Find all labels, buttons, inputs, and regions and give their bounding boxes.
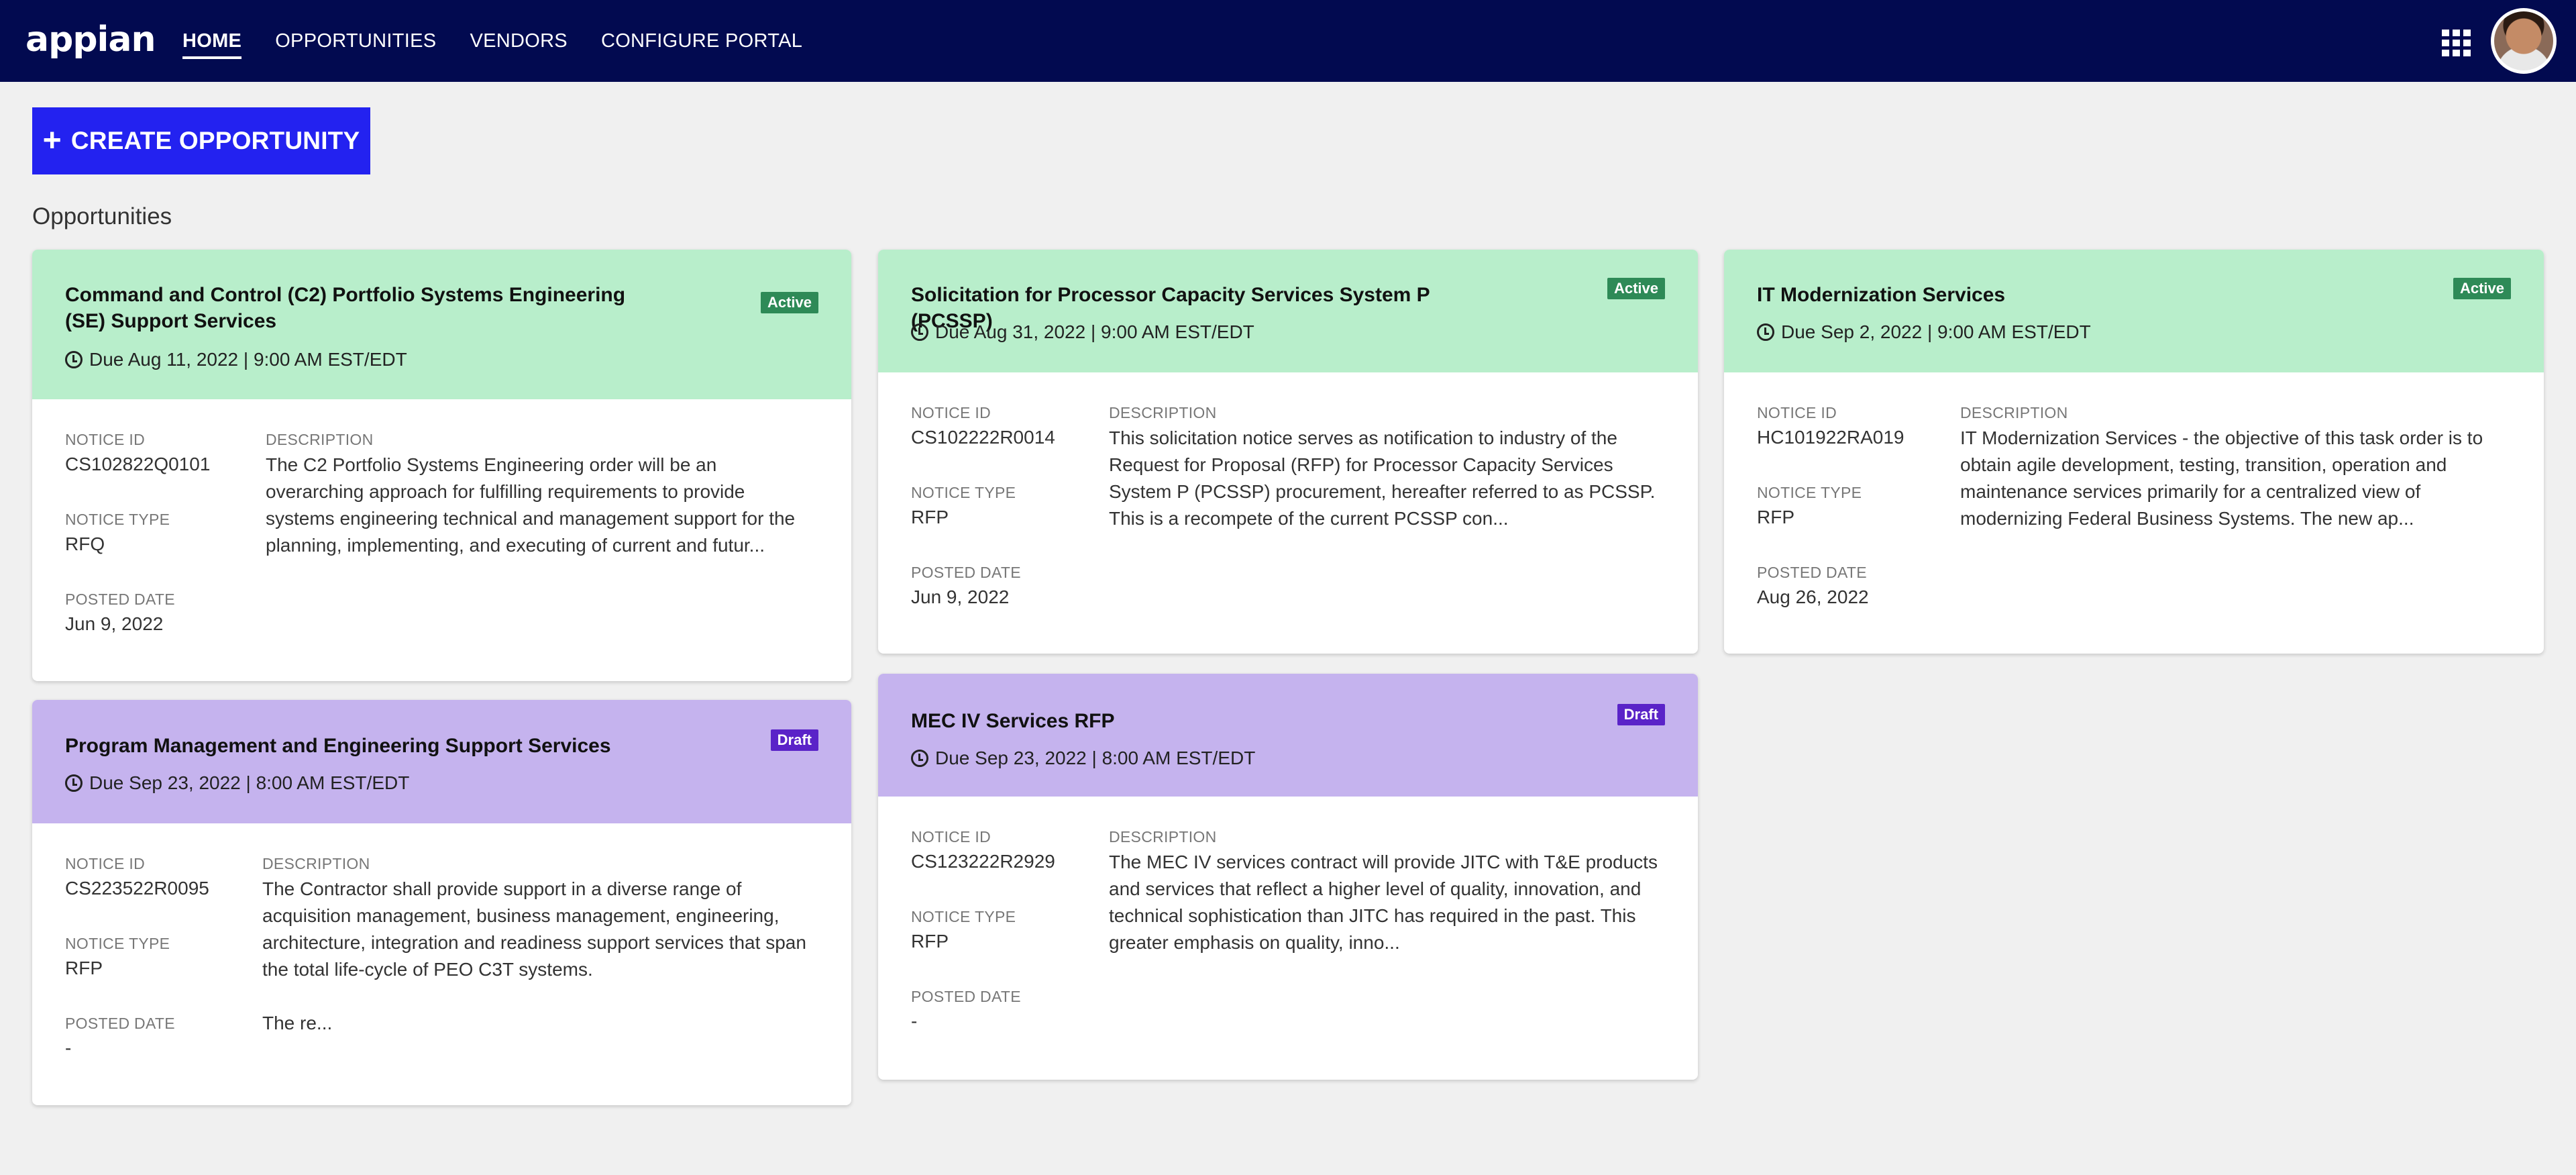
card-header: Program Management and Engineering Suppo…	[32, 700, 851, 823]
notice-type-value: RFQ	[65, 533, 105, 554]
nav-home[interactable]: HOME	[182, 0, 242, 82]
description-text: The C2 Portfolio Systems Engineering ord…	[266, 454, 796, 556]
status-badge: Draft	[770, 729, 818, 751]
notice-id-label: NOTICE ID	[911, 828, 991, 846]
card-body: NOTICE ID CS223522R0095 NOTICE TYPE RFP …	[32, 823, 851, 1105]
main-nav: HOME OPPORTUNITIES VENDORS CONFIGURE POR…	[182, 0, 836, 82]
card-title: Program Management and Engineering Suppo…	[65, 735, 611, 757]
posted-date-label: POSTED DATE	[65, 1015, 175, 1032]
notice-id-value: CS123222R2929	[911, 851, 1055, 872]
notice-id-label: NOTICE ID	[65, 855, 145, 872]
clock-icon	[911, 323, 928, 341]
status-badge: Active	[1607, 278, 1665, 299]
nav-configure-portal[interactable]: CONFIGURE PORTAL	[601, 0, 802, 82]
plus-icon: +	[42, 123, 62, 158]
posted-date-value: Jun 9, 2022	[65, 613, 164, 634]
notice-id-value: CS102222R0014	[911, 427, 1055, 448]
card-title: IT Modernization Services	[1757, 284, 2006, 306]
due-text: Due Sep 2, 2022 | 9:00 AM EST/EDT	[1781, 321, 2091, 342]
posted-date-label: POSTED DATE	[65, 591, 175, 608]
due-text: Due Aug 11, 2022 | 9:00 AM EST/EDT	[89, 349, 407, 370]
nav-opportunities[interactable]: OPPORTUNITIES	[275, 0, 436, 82]
card-header: MEC IV Services RFP Draft Due Sep 23, 20…	[878, 674, 1698, 797]
posted-date-label: POSTED DATE	[1757, 564, 1867, 581]
section-title: Opportunities	[32, 203, 172, 229]
card-header: IT Modernization Services Active Due Sep…	[1724, 250, 2544, 372]
card-title: MEC IV Services RFP	[911, 710, 1115, 732]
description-more-text: The re...	[262, 1013, 333, 1033]
description-text: The MEC IV services contract will provid…	[1109, 852, 1658, 953]
clock-icon	[911, 750, 928, 767]
due-text: Due Aug 31, 2022 | 9:00 AM EST/EDT	[935, 321, 1254, 342]
appian-logo[interactable]: appian	[25, 19, 156, 60]
notice-id-value: CS102822Q0101	[65, 454, 211, 474]
user-avatar[interactable]	[2491, 8, 2557, 74]
opportunity-card[interactable]: Command and Control (C2) Portfolio Syste…	[32, 250, 851, 681]
due-date: Due Sep 23, 2022 | 8:00 AM EST/EDT	[911, 748, 1255, 769]
create-opportunity-label: CREATE OPPORTUNITY	[70, 127, 360, 154]
notice-id-label: NOTICE ID	[65, 431, 145, 448]
notice-id-value: HC101922RA019	[1757, 427, 1904, 448]
card-title: Command and Control (C2) Portfolio Syste…	[65, 284, 626, 332]
notice-type-label: NOTICE TYPE	[1757, 484, 1862, 501]
card-body: NOTICE ID CS102222R0014 NOTICE TYPE RFP …	[878, 372, 1698, 654]
status-badge: Active	[2453, 278, 2511, 299]
description-label: DESCRIPTION	[1960, 404, 2068, 421]
notice-type-value: RFP	[65, 958, 103, 978]
card-body: NOTICE ID HC101922RA019 NOTICE TYPE RFP …	[1724, 372, 2544, 654]
status-badge: Active	[760, 292, 818, 313]
status-badge: Draft	[1617, 704, 1665, 725]
opportunity-card[interactable]: Program Management and Engineering Suppo…	[32, 700, 851, 1105]
posted-date-label: POSTED DATE	[911, 564, 1021, 581]
clock-icon	[1757, 323, 1774, 341]
due-text: Due Sep 23, 2022 | 8:00 AM EST/EDT	[935, 748, 1256, 768]
notice-type-value: RFP	[911, 931, 949, 952]
app-launcher-grid-icon[interactable]	[2442, 30, 2471, 56]
card-header: Solicitation for Processor Capacity Serv…	[878, 250, 1698, 372]
notice-type-label: NOTICE TYPE	[65, 935, 170, 952]
description-text: The Contractor shall provide support in …	[262, 878, 806, 980]
notice-type-label: NOTICE TYPE	[911, 908, 1016, 925]
due-date: Due Aug 31, 2022 | 9:00 AM EST/EDT	[911, 321, 1254, 343]
description-label: DESCRIPTION	[1109, 404, 1217, 421]
nav-vendors[interactable]: VENDORS	[470, 0, 568, 82]
description-text: This solicitation notice serves as notif…	[1109, 427, 1656, 529]
notice-type-label: NOTICE TYPE	[911, 484, 1016, 501]
top-navigation-bar: appian HOME OPPORTUNITIES VENDORS CONFIG…	[0, 0, 2576, 82]
posted-date-value: Aug 26, 2022	[1757, 586, 1869, 607]
description-label: DESCRIPTION	[1109, 828, 1217, 846]
due-date: Due Aug 11, 2022 | 9:00 AM EST/EDT	[65, 349, 407, 370]
description-label: DESCRIPTION	[262, 855, 370, 872]
posted-date-value: -	[911, 1011, 918, 1031]
clock-icon	[65, 351, 83, 368]
notice-id-label: NOTICE ID	[911, 404, 991, 421]
posted-date-value: Jun 9, 2022	[911, 586, 1010, 607]
opportunity-card[interactable]: IT Modernization Services Active Due Sep…	[1724, 250, 2544, 654]
notice-id-label: NOTICE ID	[1757, 404, 1837, 421]
card-body: NOTICE ID CS102822Q0101 NOTICE TYPE RFQ …	[32, 399, 851, 681]
create-opportunity-button[interactable]: + CREATE OPPORTUNITY	[32, 107, 370, 174]
opportunity-card[interactable]: Solicitation for Processor Capacity Serv…	[878, 250, 1698, 654]
notice-type-value: RFP	[911, 507, 949, 527]
due-date: Due Sep 23, 2022 | 8:00 AM EST/EDT	[65, 772, 409, 794]
card-header: Command and Control (C2) Portfolio Syste…	[32, 250, 851, 399]
notice-type-label: NOTICE TYPE	[65, 511, 170, 528]
opportunity-card[interactable]: MEC IV Services RFP Draft Due Sep 23, 20…	[878, 674, 1698, 1080]
card-body: NOTICE ID CS123222R2929 NOTICE TYPE RFP …	[878, 797, 1698, 1080]
due-text: Due Sep 23, 2022 | 8:00 AM EST/EDT	[89, 772, 410, 793]
description-label: DESCRIPTION	[266, 431, 374, 448]
clock-icon	[65, 774, 83, 792]
notice-type-value: RFP	[1757, 507, 1794, 527]
description-text: IT Modernization Services - the objectiv…	[1960, 427, 2483, 529]
posted-date-value: -	[65, 1037, 72, 1058]
notice-id-value: CS223522R0095	[65, 878, 209, 899]
due-date: Due Sep 2, 2022 | 9:00 AM EST/EDT	[1757, 321, 2091, 343]
posted-date-label: POSTED DATE	[911, 988, 1021, 1005]
